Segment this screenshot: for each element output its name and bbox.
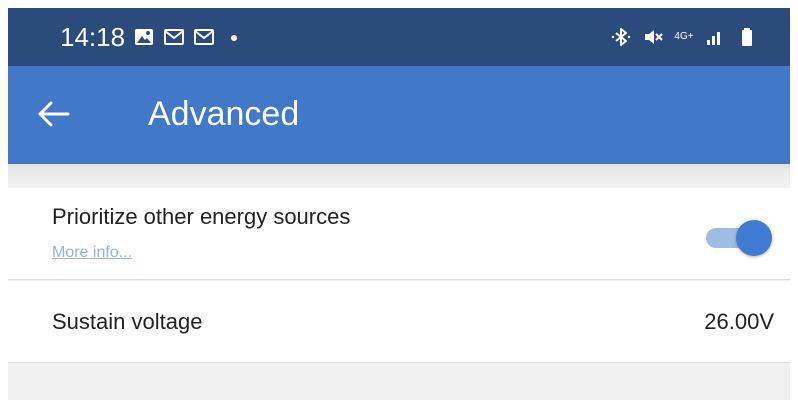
setting-label: Prioritize other energy sources xyxy=(52,204,351,229)
gmail-icon xyxy=(193,26,215,48)
sustain-voltage-value: 26.00V xyxy=(704,309,774,334)
prioritize-toggle[interactable] xyxy=(702,218,776,258)
bluetooth-icon xyxy=(610,26,632,48)
toggle-thumb xyxy=(736,220,772,256)
status-right: 4G+ xyxy=(610,26,758,48)
status-time: 14:18 xyxy=(60,22,126,52)
notification-dot-icon xyxy=(223,26,245,48)
battery-icon xyxy=(736,26,758,48)
page-title: Advanced xyxy=(148,95,300,133)
status-bar: 14:18 4G+ xyxy=(8,8,790,66)
app-bar: Advanced xyxy=(8,66,790,164)
more-info-link[interactable]: More info... xyxy=(52,244,132,262)
setting-label: Sustain voltage xyxy=(52,309,203,334)
gallery-icon xyxy=(133,26,155,48)
status-left: 14:18 xyxy=(60,22,245,52)
back-arrow-icon[interactable] xyxy=(36,99,70,129)
signal-icon xyxy=(704,26,726,48)
app-bar-shadow xyxy=(8,164,790,186)
mute-icon xyxy=(642,26,664,48)
gmail-icon xyxy=(163,26,185,48)
settings-list: Prioritize other energy sources More inf… xyxy=(8,164,790,400)
setting-prioritize-energy[interactable]: Prioritize other energy sources More inf… xyxy=(8,188,790,280)
network-4g-icon: 4G+ xyxy=(674,31,694,42)
screen: 14:18 4G+ Advanced Prioritize other ener… xyxy=(0,0,798,400)
setting-sustain-voltage[interactable]: Sustain voltage 26.00V xyxy=(8,281,790,363)
